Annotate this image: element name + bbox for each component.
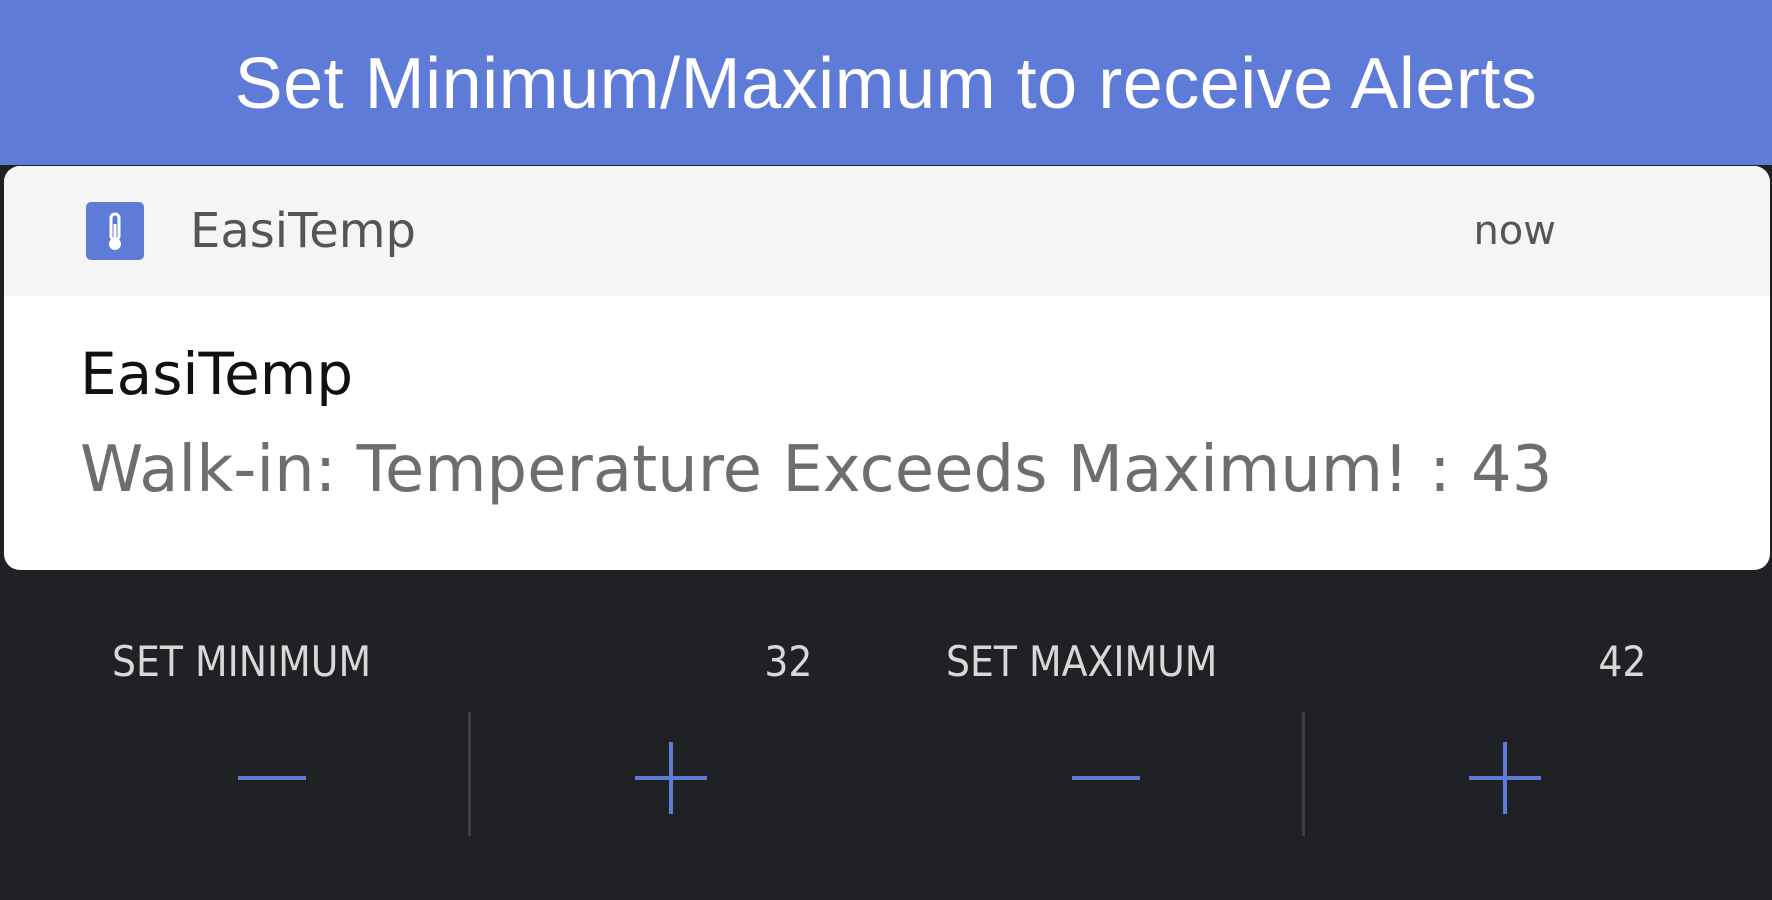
- minimum-divider: [468, 712, 471, 836]
- notification-card[interactable]: EasiTemp now EasiTemp Walk-in: Temperatu…: [4, 166, 1770, 570]
- maximum-value: 42: [1597, 637, 1646, 686]
- minimum-decrement-button[interactable]: [147, 716, 397, 840]
- plus-icon: [635, 742, 707, 814]
- alerts-banner: Set Minimum/Maximum to receive Alerts: [0, 0, 1772, 165]
- notification-message: Walk-in: Temperature Exceeds Maximum! : …: [80, 433, 1553, 507]
- maximum-stepper: SET MAXIMUM 42: [906, 620, 1646, 870]
- minimum-value: 32: [763, 637, 812, 686]
- plus-icon: [1469, 742, 1541, 814]
- maximum-decrement-button[interactable]: [981, 716, 1231, 840]
- minus-icon: [1072, 776, 1140, 780]
- maximum-divider: [1302, 712, 1305, 836]
- maximum-increment-button[interactable]: [1380, 716, 1630, 840]
- maximum-label: SET MAXIMUM: [946, 637, 1218, 686]
- banner-title: Set Minimum/Maximum to receive Alerts: [234, 43, 1538, 124]
- notification-header: EasiTemp now: [4, 166, 1770, 296]
- minus-icon: [238, 776, 306, 780]
- notification-app-name: EasiTemp: [190, 203, 417, 259]
- thermometer-icon: [86, 202, 144, 260]
- minimum-increment-button[interactable]: [546, 716, 796, 840]
- minimum-label: SET MINIMUM: [112, 637, 372, 686]
- notification-time: now: [1473, 208, 1556, 254]
- notification-title: EasiTemp: [80, 340, 354, 408]
- minimum-stepper: SET MINIMUM 32: [72, 620, 812, 870]
